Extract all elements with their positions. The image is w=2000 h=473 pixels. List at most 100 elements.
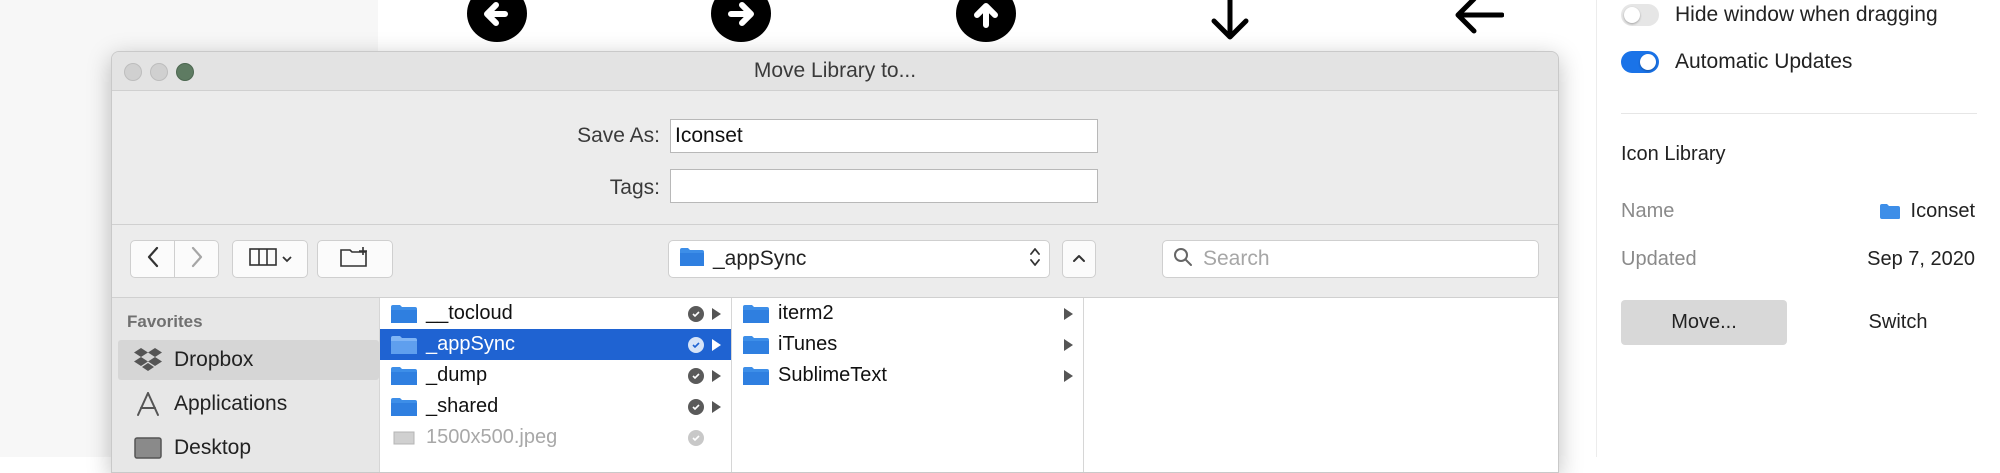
collapse-button[interactable] [1062, 240, 1096, 278]
move-library-dialog: Move Library to... Save As: Tags: _appSy… [111, 51, 1559, 473]
folder-icon [743, 366, 769, 385]
dropbox-icon [132, 346, 164, 374]
item-label: _appSync [426, 333, 515, 355]
arrow-left-icon[interactable] [1444, 0, 1505, 45]
search-field[interactable] [1162, 240, 1539, 278]
browser-column-3 [1083, 298, 1558, 472]
sidebar-item-label: Dropbox [174, 348, 254, 371]
columns-view-icon [248, 247, 277, 271]
list-item[interactable]: _shared [380, 391, 731, 422]
chevron-left-icon [146, 246, 160, 273]
switch-button[interactable]: Switch [1815, 300, 1981, 345]
search-icon [1173, 247, 1193, 272]
hide-window-row: Hide window when dragging [1621, 0, 1938, 30]
folder-icon [391, 304, 417, 323]
item-label: _shared [426, 395, 499, 417]
list-item[interactable]: iterm2 [732, 298, 1083, 329]
minimize-window-button[interactable] [150, 63, 168, 81]
move-button[interactable]: Move... [1621, 300, 1787, 345]
form-separator [112, 224, 1558, 225]
location-label: _appSync [713, 247, 807, 270]
sidebar-item-dropbox[interactable]: Dropbox [118, 340, 379, 380]
arrow-left-circle-icon[interactable] [467, 0, 527, 42]
folder-icon [391, 397, 417, 416]
item-label: iTunes [778, 333, 838, 355]
sidebar-item-applications[interactable]: Applications [118, 384, 379, 424]
item-label: __tocloud [426, 302, 513, 324]
auto-updates-row: Automatic Updates [1621, 47, 1852, 77]
disclosure-triangle-icon [712, 307, 721, 320]
zoom-window-button[interactable] [176, 63, 194, 81]
chevron-up-icon [1072, 250, 1086, 268]
new-folder-icon [339, 246, 371, 273]
name-value-group: Iconset [1879, 200, 1975, 223]
dialog-titlebar: Move Library to... [112, 52, 1558, 91]
item-label: SublimeText [778, 364, 887, 386]
browser-column-1: __tocloud _appSync _dump _shared 1500x50… [379, 298, 731, 472]
list-item[interactable]: SublimeText [732, 360, 1083, 391]
sidebar-item-label: Applications [174, 392, 288, 415]
synced-check-icon [688, 429, 704, 446]
save-as-label: Save As: [577, 124, 660, 147]
folder-icon [1879, 203, 1901, 220]
desktop-icon [132, 434, 164, 462]
disclosure-triangle-icon [1064, 369, 1073, 382]
chevron-down-icon [281, 250, 292, 268]
settings-panel: Hide window when dragging Automatic Upda… [1596, 0, 2000, 457]
folder-icon [391, 366, 417, 385]
synced-check-icon [688, 367, 704, 384]
item-label: _dump [426, 364, 488, 386]
folder-icon [679, 247, 705, 272]
name-value: Iconset [1910, 200, 1975, 222]
arrow-up-circle-icon[interactable] [956, 0, 1016, 42]
sidebar-item-desktop[interactable]: Desktop [118, 428, 379, 468]
image-file-icon [393, 431, 415, 444]
item-label: 1500x500.jpeg [426, 426, 558, 448]
browser-column-2: iterm2 iTunes SublimeText [731, 298, 1083, 472]
icon-library-title: Icon Library [1621, 143, 1726, 165]
favorites-sidebar: Favorites Dropbox Applications Desktop [112, 298, 379, 472]
save-as-input[interactable] [670, 119, 1098, 153]
view-mode-button[interactable] [232, 240, 308, 278]
updated-key: Updated [1621, 248, 1697, 270]
hide-window-label: Hide window when dragging [1675, 3, 1938, 26]
name-key: Name [1621, 200, 1675, 222]
forward-button[interactable] [174, 240, 219, 278]
dialog-title: Move Library to... [753, 59, 917, 82]
item-label: iterm2 [778, 302, 834, 324]
tags-label: Tags: [609, 176, 660, 199]
favorites-heading: Favorites [127, 312, 203, 331]
panel-divider [1621, 113, 1977, 114]
disclosure-triangle-icon [1064, 307, 1073, 320]
list-item[interactable]: _dump [380, 360, 731, 391]
back-button[interactable] [130, 240, 175, 278]
list-item[interactable]: 1500x500.jpeg [380, 422, 731, 453]
folder-icon [743, 335, 769, 354]
disclosure-triangle-icon [712, 400, 721, 413]
updated-value: Sep 7, 2020 [1867, 248, 1975, 270]
sidebar-item-label: Desktop [174, 436, 252, 459]
disclosure-triangle-icon [712, 338, 721, 351]
tags-input[interactable] [670, 169, 1098, 203]
location-popup[interactable]: _appSync [668, 240, 1050, 278]
search-input[interactable] [1201, 246, 1525, 272]
synced-check-icon [688, 336, 704, 353]
hide-window-toggle[interactable] [1621, 4, 1659, 26]
close-window-button[interactable] [124, 63, 142, 81]
new-folder-button[interactable] [317, 240, 393, 278]
disclosure-triangle-icon [712, 369, 721, 382]
list-item[interactable]: _appSync [380, 329, 731, 360]
synced-check-icon [688, 398, 704, 415]
arrow-down-icon[interactable] [1200, 0, 1260, 45]
auto-updates-label: Automatic Updates [1675, 50, 1853, 73]
folder-icon [391, 335, 417, 354]
folder-icon [743, 304, 769, 323]
list-item[interactable]: __tocloud [380, 298, 731, 329]
applications-icon [132, 390, 164, 418]
list-item[interactable]: iTunes [732, 329, 1083, 360]
synced-check-icon [688, 305, 704, 322]
chevron-right-icon [190, 246, 204, 273]
auto-updates-toggle[interactable] [1621, 51, 1659, 73]
arrow-right-circle-icon[interactable] [711, 0, 771, 42]
updown-chevron-icon [1029, 246, 1041, 273]
